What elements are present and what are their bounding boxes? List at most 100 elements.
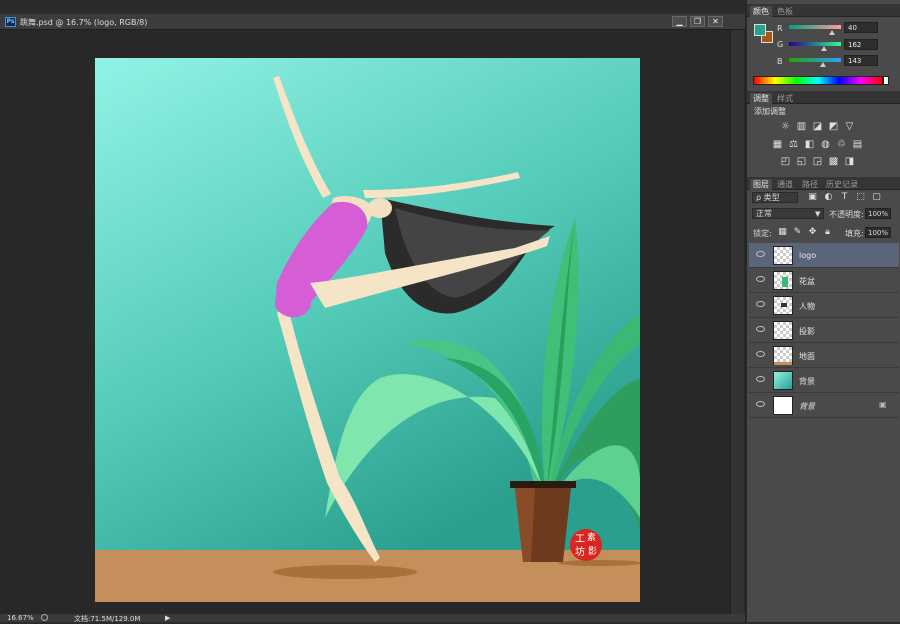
seal-char-3: 坊 <box>575 545 585 558</box>
tab-styles[interactable]: 样式 <box>777 93 793 104</box>
green-slider-thumb[interactable] <box>821 46 827 51</box>
eye-icon[interactable] <box>756 376 765 382</box>
eye-icon[interactable] <box>756 276 765 282</box>
color-balance-icon[interactable]: ⚖ <box>788 139 799 150</box>
seal-char-1: 工 <box>575 534 585 545</box>
tab-layers[interactable]: 图层 <box>750 179 772 190</box>
opacity-field[interactable]: 100% <box>865 208 891 219</box>
layer-name: 人物 <box>799 302 815 311</box>
layer-list-empty-area[interactable] <box>749 423 899 622</box>
lock-paint-icon[interactable]: ✎ <box>792 227 803 238</box>
blue-slider[interactable] <box>789 58 841 62</box>
minimize-button[interactable]: ▁ <box>672 16 687 27</box>
document-title: 跳舞.psd @ 16.7% (logo, RGB/8) <box>20 18 148 27</box>
vibrance-icon[interactable]: ▽ <box>844 121 855 132</box>
blue-slider-thumb[interactable] <box>820 62 826 67</box>
tab-paths[interactable]: 路径 <box>802 179 818 190</box>
filter-pixel-icon[interactable]: ▣ <box>807 192 818 203</box>
filter-adjustment-icon[interactable]: ◐ <box>823 192 834 203</box>
lock-transparent-icon[interactable]: ▦ <box>777 227 788 238</box>
layer-thumbnail <box>773 371 793 390</box>
layer-thumbnail <box>773 271 793 290</box>
selective-color-icon[interactable]: ◨ <box>844 156 855 167</box>
blue-value-field[interactable]: 143 <box>844 55 878 66</box>
maximize-button[interactable]: ❐ <box>690 16 705 27</box>
lock-position-icon[interactable]: ✥ <box>807 227 818 238</box>
brightness-icon[interactable]: ☼ <box>780 121 791 132</box>
tab-channels[interactable]: 通道 <box>777 179 793 190</box>
lock-all-icon[interactable]: 🔒︎ <box>822 227 833 238</box>
fill-field[interactable]: 100% <box>865 227 891 238</box>
pot-shadow <box>558 560 642 566</box>
photo-filter-icon[interactable]: ◍ <box>820 139 831 150</box>
red-value-field[interactable]: 40 <box>844 22 878 33</box>
levels-icon[interactable]: ▥ <box>796 121 807 132</box>
green-slider[interactable] <box>789 42 841 46</box>
eye-icon[interactable] <box>756 401 765 407</box>
status-info-icon[interactable] <box>41 614 48 621</box>
tab-adjustments[interactable]: 调整 <box>750 93 772 104</box>
tab-color[interactable]: 颜色 <box>750 6 772 17</box>
blend-mode-value: 正常 <box>756 209 772 218</box>
layer-row[interactable]: 花盆 <box>749 268 899 293</box>
color-lookup-icon[interactable]: ▤ <box>852 139 863 150</box>
vertical-scrollbar[interactable] <box>730 30 744 614</box>
tab-history[interactable]: 历史记录 <box>826 179 858 190</box>
layer-row[interactable]: 背景 <box>749 368 899 393</box>
channel-mixer-icon[interactable]: ♲ <box>836 139 847 150</box>
hue-saturation-icon[interactable]: ▦ <box>772 139 783 150</box>
layer-row[interactable]: 地面 <box>749 343 899 368</box>
layer-row[interactable]: 人物 <box>749 293 899 318</box>
layer-name: 花盆 <box>799 277 815 286</box>
document-size: 文档:71.5M/129.0M <box>74 615 141 623</box>
exposure-icon[interactable]: ◩ <box>828 121 839 132</box>
seal-char-2: 素 <box>587 531 596 543</box>
artwork-canvas[interactable]: 工 素 坊 影 <box>95 58 642 602</box>
eye-icon[interactable] <box>756 326 765 332</box>
layer-row[interactable]: 投影 <box>749 318 899 343</box>
layers-panel-tabs: 图层 通道 路径 历史记录 <box>747 177 900 190</box>
gradient-map-icon[interactable]: ▩ <box>828 156 839 167</box>
filter-smart-object-icon[interactable]: ▢ <box>871 192 882 203</box>
document-window: Ps 跳舞.psd @ 16.7% (logo, RGB/8) ▁ ❐ ✕ 工 … <box>0 14 745 623</box>
layer-thumbnail <box>773 321 793 340</box>
eye-icon[interactable] <box>756 301 765 307</box>
red-slider[interactable] <box>789 25 841 29</box>
document-tab[interactable]: Ps 跳舞.psd @ 16.7% (logo, RGB/8) ▁ ❐ ✕ <box>0 14 745 30</box>
red-slider-thumb[interactable] <box>829 30 835 35</box>
white-swatch[interactable] <box>883 76 889 85</box>
blend-mode-dropdown[interactable]: 正常 ▼ <box>752 208 824 219</box>
chevron-down-icon: ▼ <box>815 210 821 218</box>
green-value-field[interactable]: 162 <box>844 39 878 50</box>
layer-row[interactable]: logo <box>749 243 899 268</box>
green-channel-label: G <box>777 40 784 49</box>
layer-thumbnail <box>773 246 793 265</box>
close-button[interactable]: ✕ <box>708 16 723 27</box>
filter-type-icon[interactable]: T <box>839 192 850 203</box>
layer-row[interactable]: 背景 ▣ <box>749 393 899 418</box>
right-panel-dock: 颜色 色板 R 40 G 162 B 143 调整 样式 添加调整 ☼ ▥ ◪ … <box>745 0 900 622</box>
foreground-color-swatch[interactable] <box>754 24 766 36</box>
canvas-area[interactable]: 工 素 坊 影 <box>0 30 730 614</box>
filter-shape-icon[interactable]: ⬚ <box>855 192 866 203</box>
eye-icon[interactable] <box>756 251 765 257</box>
add-adjustment-heading: 添加调整 <box>754 107 786 116</box>
eye-icon[interactable] <box>756 351 765 357</box>
posterize-icon[interactable]: ◱ <box>796 156 807 167</box>
layer-filter-dropdown[interactable]: ρ 类型 <box>752 192 798 203</box>
lock-icon: ▣ <box>879 400 887 409</box>
layer-thumbnail <box>773 396 793 415</box>
black-white-icon[interactable]: ◧ <box>804 139 815 150</box>
threshold-icon[interactable]: ◲ <box>812 156 823 167</box>
color-spectrum-bar[interactable] <box>753 76 883 85</box>
tab-swatches[interactable]: 色板 <box>777 6 793 17</box>
status-bar: 16.67% 文档:71.5M/129.0M ▶ <box>0 614 745 623</box>
zoom-level[interactable]: 16.67% <box>7 614 34 622</box>
lock-label: 锁定: <box>753 229 772 238</box>
status-menu-arrow-icon[interactable]: ▶ <box>165 614 170 622</box>
layer-name: 背景 <box>799 402 815 411</box>
red-channel-label: R <box>777 24 783 33</box>
invert-icon[interactable]: ◰ <box>780 156 791 167</box>
layer-thumbnail <box>773 346 793 365</box>
curves-icon[interactable]: ◪ <box>812 121 823 132</box>
